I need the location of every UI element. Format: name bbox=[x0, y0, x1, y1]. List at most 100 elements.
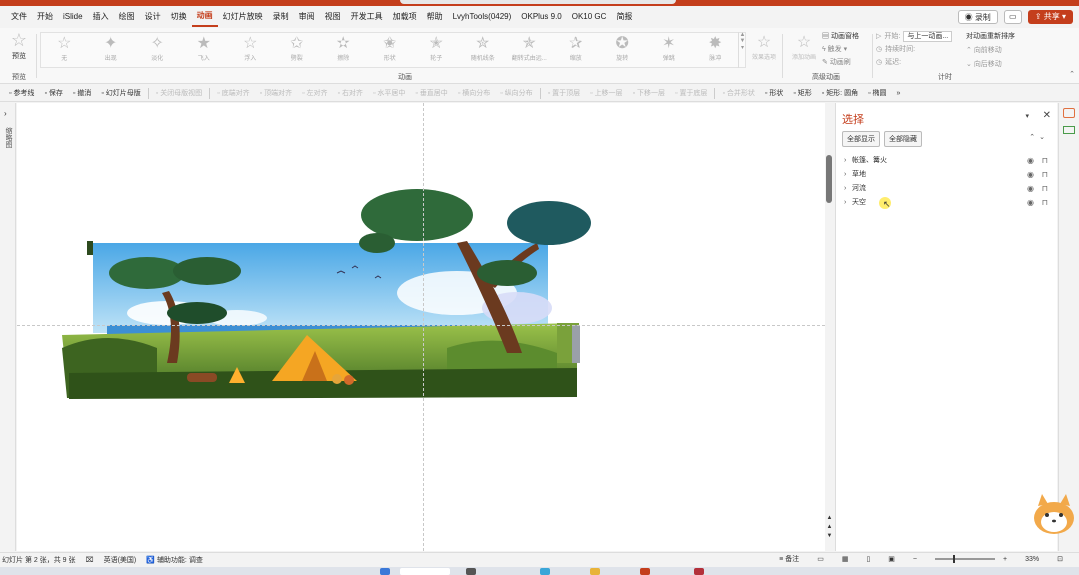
selection-pane-icon[interactable] bbox=[1063, 108, 1075, 118]
scroll-buttons[interactable]: ▲ ▲ ▼ bbox=[825, 514, 834, 541]
toolbar-button[interactable]: ▫ 椭圆 bbox=[863, 88, 891, 98]
animation-option[interactable]: ✬ 形状 bbox=[367, 33, 414, 67]
menu-item[interactable]: 插入 bbox=[88, 6, 114, 28]
toolbar-button[interactable]: ▫ 形状 bbox=[760, 88, 788, 98]
animation-pane-icon[interactable] bbox=[1063, 126, 1075, 134]
add-animation-button[interactable]: ☆ 添加动画 bbox=[790, 32, 818, 61]
toolbar-button[interactable]: ▫ 参考线 bbox=[4, 88, 39, 98]
app-icon[interactable] bbox=[694, 568, 704, 575]
animation-option[interactable]: ✪ 旋转 bbox=[599, 33, 646, 67]
toolbar-button[interactable]: ▫ 下移一层 bbox=[628, 88, 670, 98]
scrollbar-thumb[interactable] bbox=[826, 155, 832, 203]
toolbar-button[interactable]: ▫ 左对齐 bbox=[297, 88, 332, 98]
menu-item[interactable]: 动画 bbox=[191, 7, 218, 27]
layer-row[interactable]: › 帐篷、篝火 ◉ ⊓ bbox=[844, 154, 1054, 168]
layer-name[interactable]: 河流 bbox=[852, 185, 866, 192]
menu-item[interactable]: 开发工具 bbox=[346, 6, 388, 28]
spellcheck-icon[interactable]: ⌧ bbox=[86, 556, 94, 564]
toolbar-button[interactable]: ▫ 右对齐 bbox=[333, 88, 368, 98]
menu-item[interactable]: OKPlus 9.0 bbox=[516, 6, 566, 28]
layer-name[interactable]: 天空 bbox=[852, 199, 866, 206]
menu-item[interactable]: 帮助 bbox=[422, 6, 448, 28]
zoom-in-icon[interactable]: + bbox=[1003, 556, 1007, 563]
toolbar-button[interactable]: ▫ 置于顶层 bbox=[543, 88, 585, 98]
move-later-button[interactable]: ⌄ 向后移动 bbox=[966, 58, 1056, 72]
layer-name[interactable]: 帐篷、篝火 bbox=[852, 157, 887, 164]
slide-canvas[interactable] bbox=[17, 103, 825, 551]
toolbar-button[interactable]: ▫ 撤消 bbox=[68, 88, 96, 98]
animation-option[interactable]: ✰ 缩放 bbox=[553, 33, 600, 67]
menu-item[interactable]: 视图 bbox=[320, 6, 346, 28]
canvas-scrollbar[interactable]: ▲ ▲ ▼ bbox=[825, 103, 834, 551]
toolbar-button[interactable]: ▫ 置于底层 bbox=[670, 88, 712, 98]
task-view-icon[interactable] bbox=[466, 568, 476, 575]
chevron-right-icon[interactable]: › bbox=[4, 109, 7, 118]
toolbar-button[interactable]: ▫ 横向分布 bbox=[453, 88, 495, 98]
slideshow-icon[interactable]: ▣ bbox=[888, 555, 895, 563]
trigger-button[interactable]: ϟ 触发 ▾ bbox=[822, 43, 859, 56]
toolbar-button[interactable]: ▫ 顶端对齐 bbox=[255, 88, 297, 98]
gallery-scrollbar[interactable]: ▲ ▼ ▾ bbox=[738, 32, 746, 68]
normal-view-icon[interactable]: ▭ bbox=[817, 555, 824, 563]
search-box[interactable] bbox=[400, 0, 676, 4]
animation-option[interactable]: ✫ 擦除 bbox=[320, 33, 367, 67]
eye-icon[interactable]: ◉ bbox=[1027, 154, 1034, 168]
chevron-right-icon[interactable]: › bbox=[844, 168, 852, 182]
zoom-level[interactable]: 33% bbox=[1025, 556, 1039, 563]
unlock-icon[interactable]: ⊓ bbox=[1042, 182, 1048, 196]
eye-icon[interactable]: ◉ bbox=[1027, 182, 1034, 196]
animation-option[interactable]: ★ 飞入 bbox=[181, 33, 228, 67]
chevron-right-icon[interactable]: › bbox=[844, 154, 852, 168]
toolbar-button[interactable]: ▫ 合并形状 bbox=[717, 88, 759, 98]
eye-icon[interactable]: ◉ bbox=[1027, 168, 1034, 182]
slide-illustration[interactable] bbox=[17, 103, 825, 551]
eye-icon[interactable]: ◉ bbox=[1027, 196, 1034, 210]
menu-item[interactable]: iSlide bbox=[58, 6, 88, 28]
layer-row[interactable]: › 河流 ◉ ⊓ bbox=[844, 182, 1054, 196]
taskbar-search[interactable] bbox=[400, 568, 450, 575]
animation-option[interactable]: ✧ 淡化 bbox=[134, 33, 181, 67]
toolbar-button[interactable]: ▫ 上移一层 bbox=[585, 88, 627, 98]
effect-options-button[interactable]: ☆ 效果选项 bbox=[752, 32, 776, 61]
menu-item[interactable]: 设计 bbox=[140, 6, 166, 28]
unlock-icon[interactable]: ⊓ bbox=[1042, 168, 1048, 182]
animation-option[interactable]: ✮ 随机线条 bbox=[460, 33, 507, 67]
menu-item[interactable]: 开始 bbox=[32, 6, 58, 28]
toolbar-button[interactable]: ▫ 保存 bbox=[39, 88, 67, 98]
menu-item[interactable]: 加载项 bbox=[388, 6, 422, 28]
layer-row[interactable]: › 草地 ◉ ⊓ bbox=[844, 168, 1054, 182]
animation-option[interactable]: ☆ 无 bbox=[41, 33, 88, 67]
menu-item[interactable]: 录制 bbox=[268, 6, 294, 28]
menu-item[interactable]: 切换 bbox=[166, 6, 192, 28]
animation-option[interactable]: ✦ 出现 bbox=[88, 33, 135, 67]
zoom-out-icon[interactable]: − bbox=[913, 556, 917, 563]
layer-name[interactable]: 草地 bbox=[852, 171, 866, 178]
horizontal-guide[interactable] bbox=[17, 325, 825, 326]
start-icon[interactable] bbox=[380, 568, 390, 575]
menu-item[interactable]: 幻灯片放映 bbox=[218, 6, 268, 28]
fit-slide-icon[interactable]: ⊡ bbox=[1057, 555, 1063, 563]
record-button[interactable]: ◉ 录制 bbox=[957, 10, 998, 24]
animation-option[interactable]: ✶ 弹跳 bbox=[646, 33, 693, 67]
toolbar-button[interactable]: ▫ 水平居中 bbox=[368, 88, 410, 98]
powerpoint-icon[interactable] bbox=[640, 568, 650, 575]
menu-item[interactable]: OK10 GC bbox=[567, 6, 612, 28]
toolbar-button[interactable]: ▫ 关闭母版视图 bbox=[151, 88, 207, 98]
chevron-right-icon[interactable]: › bbox=[844, 182, 852, 196]
reading-view-icon[interactable]: ▯ bbox=[866, 555, 870, 563]
hide-all-button[interactable]: 全部隐藏 bbox=[884, 131, 922, 147]
toolbar-button[interactable]: ▫ 垂直居中 bbox=[410, 88, 452, 98]
unlock-icon[interactable]: ⊓ bbox=[1042, 154, 1048, 168]
pane-options-icon[interactable]: ▾ bbox=[1025, 112, 1029, 120]
animation-painter-button[interactable]: ✎ 动画刷 bbox=[822, 56, 859, 69]
toolbar-button[interactable]: ▫ 底端对齐 bbox=[212, 88, 254, 98]
browser-icon[interactable] bbox=[540, 568, 550, 575]
toolbar-button[interactable]: ▫ 幻灯片母版 bbox=[96, 88, 145, 98]
toolbar-button[interactable]: ▫ 矩形: 圆角 bbox=[817, 88, 863, 98]
layer-row[interactable]: › 天空 ◉ ⊓ bbox=[844, 196, 1054, 210]
vertical-guide[interactable] bbox=[423, 103, 424, 551]
menu-item[interactable]: 审阅 bbox=[294, 6, 320, 28]
accessibility-indicator[interactable]: ♿ 辅助功能: 调查 bbox=[146, 555, 203, 565]
comment-icon[interactable]: ▭ bbox=[1003, 10, 1022, 24]
animation-option[interactable]: ✩ 劈裂 bbox=[274, 33, 321, 67]
